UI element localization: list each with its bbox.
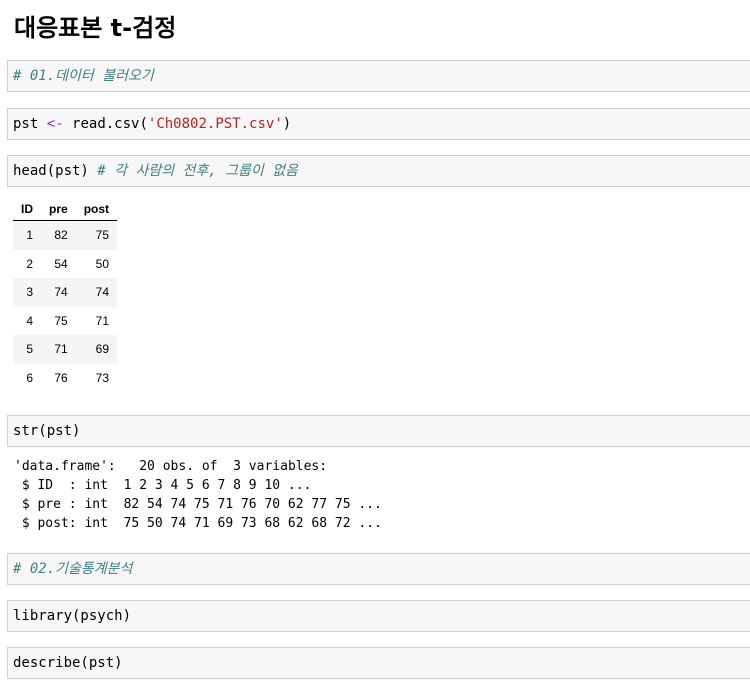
comment-text: # 01.데이터 불러오기 (13, 68, 154, 84)
table-cell: 74 (75, 278, 118, 307)
table-cell: 69 (75, 335, 118, 364)
page-title: 대응표본 t-검정 (14, 14, 177, 42)
head-output-table: ID pre post 1 82 75 2 54 50 3 74 74 4 75… (13, 196, 118, 393)
table-cell: 6 (26, 370, 33, 385)
code-cell-describe[interactable]: describe(pst) (7, 647, 750, 679)
table-cell: 75 (54, 313, 68, 328)
code-cell-read-csv[interactable]: pst <- read.csv('Ch0802.PST.csv') (7, 108, 750, 140)
column-header: ID (13, 196, 41, 221)
code-text: read.csv( (72, 116, 148, 132)
code-cell-head[interactable]: head(pst) # 각 사람의 전후, 그룹이 없음 (7, 155, 750, 187)
code-cell-str[interactable]: str(pst) (7, 415, 750, 447)
table-cell: 74 (41, 278, 76, 307)
table-row: 5 71 69 (13, 335, 118, 364)
table-cell: 1 (13, 220, 41, 250)
table-cell: 73 (95, 370, 110, 385)
table-row: 6 76 73 (13, 364, 117, 393)
code-cell-load-comment[interactable]: # 01.데이터 불러오기 (7, 60, 750, 92)
code-text: ) (282, 116, 292, 132)
code-cell-stats-comment[interactable]: # 02.기술통계분석 (7, 553, 750, 585)
code-text: pst (13, 116, 39, 132)
code-text: str(pst) (13, 423, 81, 439)
str-output: 'data.frame': 20 obs. of 3 variables: $ … (14, 459, 382, 531)
string-literal: 'Ch0802.PST.csv' (147, 116, 283, 132)
code-text: library(psych) (13, 608, 132, 624)
column-header: pre (41, 196, 76, 221)
column-header: post (75, 196, 118, 221)
table-cell: 76 (54, 370, 68, 385)
table-row: 1 82 75 (13, 220, 118, 250)
table-row: 4 75 71 (13, 307, 117, 336)
table-cell: 4 (26, 313, 33, 328)
table-cell: 54 (54, 256, 68, 271)
table-cell: 50 (95, 256, 110, 271)
comment-text: # 02.기술통계분석 (13, 561, 133, 577)
table-cell: 82 (41, 220, 76, 250)
table-cell: 5 (13, 335, 41, 364)
code-text: head(pst) (13, 163, 89, 179)
table-row: 3 74 74 (13, 278, 118, 307)
table-cell: 71 (95, 313, 110, 328)
code-text: describe(pst) (13, 655, 123, 671)
assign-operator: <- (46, 116, 64, 132)
comment-text: # 각 사람의 전후, 그룹이 없음 (97, 163, 298, 179)
table-cell: 3 (13, 278, 41, 307)
table-cell: 71 (41, 335, 76, 364)
table-cell: 2 (26, 256, 33, 271)
table-row: 2 54 50 (13, 250, 117, 279)
table-cell: 75 (75, 220, 118, 250)
code-cell-library[interactable]: library(psych) (7, 600, 750, 632)
